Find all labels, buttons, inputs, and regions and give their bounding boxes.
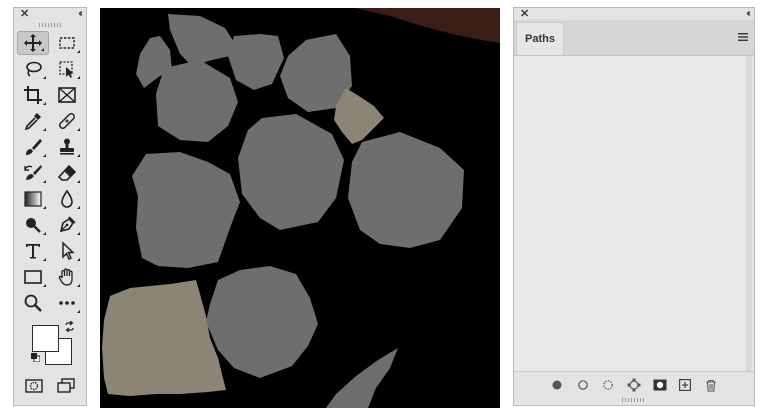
frame-icon xyxy=(58,87,76,103)
crop-icon xyxy=(24,86,42,104)
drop-icon xyxy=(61,189,73,208)
eraser-icon xyxy=(57,164,77,181)
panel-menu-icon[interactable] xyxy=(738,33,748,41)
zoom-tool[interactable] xyxy=(16,290,50,316)
stone-1 xyxy=(168,14,235,66)
zoom-icon xyxy=(24,294,42,312)
color-swatches xyxy=(14,320,86,372)
history-brush-tool[interactable] xyxy=(16,160,50,186)
move-tool[interactable] xyxy=(17,31,49,55)
stone-3 xyxy=(228,34,284,90)
eyedropper-tool[interactable] xyxy=(16,108,50,134)
make-work-path-button[interactable] xyxy=(627,378,641,392)
new-path-button[interactable] xyxy=(678,378,692,392)
fill-path-button[interactable] xyxy=(550,378,564,392)
rectangle-tool[interactable] xyxy=(16,264,50,290)
eyedropper-icon xyxy=(24,113,41,131)
swap-colors-icon[interactable] xyxy=(64,321,75,332)
add-mask-button[interactable] xyxy=(653,378,667,392)
delete-path-button[interactable] xyxy=(704,378,718,392)
arrow-icon xyxy=(62,241,75,261)
paths-panel: ✕ ‹‹ Paths xyxy=(513,7,755,406)
blur-tool[interactable] xyxy=(50,186,84,212)
gradient-icon xyxy=(24,191,42,207)
collapse-icon[interactable]: ‹‹ xyxy=(78,8,82,20)
paths-panel-header: ✕ ‹‹ xyxy=(514,8,754,20)
object-selection-tool[interactable] xyxy=(50,56,84,82)
panel-grip[interactable] xyxy=(39,23,61,27)
clone-stamp-tool[interactable] xyxy=(50,134,84,160)
stone-5 xyxy=(156,60,238,142)
work-path-icon xyxy=(627,378,641,392)
tan-stone-1 xyxy=(334,88,384,144)
stone-7 xyxy=(348,132,464,248)
type-icon xyxy=(26,244,40,259)
rectangle-icon xyxy=(24,270,42,284)
panel-resize-grip[interactable] xyxy=(622,398,644,402)
eraser-tool[interactable] xyxy=(50,160,84,186)
load-selection-button[interactable] xyxy=(601,378,615,392)
ellipsis-icon xyxy=(59,301,75,305)
healing-brush-tool[interactable] xyxy=(50,108,84,134)
dodge-tool[interactable] xyxy=(16,212,50,238)
stroke-path-button[interactable] xyxy=(576,378,590,392)
quick-mask-icon[interactable] xyxy=(25,378,43,394)
hand-tool[interactable] xyxy=(50,264,84,290)
screen-mode-icon[interactable] xyxy=(57,378,75,394)
document-canvas[interactable] xyxy=(100,8,500,408)
paths-list[interactable] xyxy=(514,56,754,371)
gradient-tool[interactable] xyxy=(16,186,50,212)
stone-8 xyxy=(132,152,240,268)
rectangular-marquee-tool[interactable] xyxy=(50,30,84,56)
object-select-icon xyxy=(59,61,74,78)
move-icon xyxy=(24,34,42,52)
trash-icon xyxy=(706,379,717,392)
type-tool[interactable] xyxy=(16,238,50,264)
more-tools[interactable] xyxy=(50,290,84,316)
tan-stone-2 xyxy=(102,280,226,396)
mask-icon xyxy=(653,379,667,391)
crop-tool[interactable] xyxy=(16,82,50,108)
dodge-icon xyxy=(26,218,41,233)
canvas-artwork xyxy=(102,8,500,408)
close-icon[interactable]: ✕ xyxy=(20,8,29,20)
pen-tool[interactable] xyxy=(50,212,84,238)
hollow-circle-icon xyxy=(577,380,588,390)
tools-bottom-row xyxy=(14,378,86,394)
dotted-circle-icon xyxy=(603,380,614,390)
stone-6 xyxy=(238,114,344,230)
lasso-icon xyxy=(26,61,42,77)
tool-grid xyxy=(14,30,86,316)
frame-tool[interactable] xyxy=(50,82,84,108)
path-selection-tool[interactable] xyxy=(50,238,84,264)
marquee-icon xyxy=(59,37,75,49)
stone-9 xyxy=(206,266,318,378)
foreground-color-swatch[interactable] xyxy=(32,325,59,352)
plus-icon xyxy=(679,379,692,391)
tools-panel-header: ✕ ‹‹ xyxy=(14,8,86,20)
tools-panel: ✕ ‹‹ xyxy=(13,7,87,406)
close-icon[interactable]: ✕ xyxy=(520,8,529,20)
filled-circle-icon xyxy=(552,380,562,390)
stamp-icon xyxy=(60,138,74,155)
lasso-tool[interactable] xyxy=(16,56,50,82)
scrollbar[interactable] xyxy=(746,56,752,371)
hand-icon xyxy=(58,268,73,286)
collapse-icon[interactable]: ‹‹ xyxy=(746,8,750,20)
brush-tool[interactable] xyxy=(16,134,50,160)
bandage-icon xyxy=(59,113,75,129)
stone-10 xyxy=(326,348,398,408)
history-brush-icon xyxy=(24,165,42,180)
brush-icon xyxy=(26,139,42,155)
brown-corner xyxy=(355,8,500,43)
default-colors-icon[interactable] xyxy=(31,353,40,362)
tab-paths[interactable]: Paths xyxy=(516,22,564,55)
panel-tab-bar: Paths xyxy=(514,20,754,56)
paths-footer xyxy=(514,371,754,398)
pen-icon xyxy=(59,216,76,233)
